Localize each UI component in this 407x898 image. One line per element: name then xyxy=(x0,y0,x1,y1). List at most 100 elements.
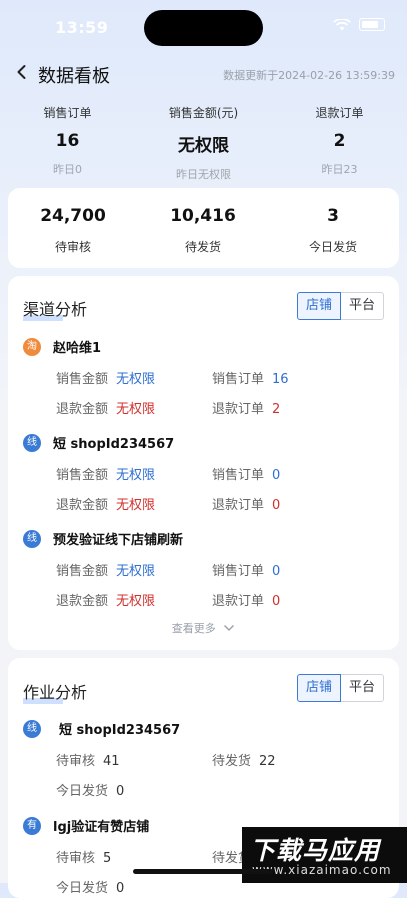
back-arrow-icon[interactable] xyxy=(12,62,32,82)
taobao-badge-icon: 淘 xyxy=(23,337,41,356)
today-shipped-row: 今日发货 0 xyxy=(56,780,124,799)
sales-amount-value: 无权限 xyxy=(116,564,156,579)
top-stats: 销售订单 16 昨日0 销售金额(元) 无权限 昨日无权限 退款订单 2 昨日2… xyxy=(0,104,407,184)
refund-amount-row: 退款金额 无权限 xyxy=(56,590,155,609)
sales-orders-value: 16 xyxy=(272,372,289,387)
today-shipped-label: 今日发货 xyxy=(56,784,109,799)
toggle-platform[interactable]: 平台 xyxy=(341,674,384,702)
today-shipped-value: 0 xyxy=(116,881,125,896)
shop-header: 淘 赵哈维1 xyxy=(23,337,393,356)
stat-yesterday: 昨日无权限 xyxy=(176,168,231,181)
stat-sales-orders[interactable]: 销售订单 16 昨日0 xyxy=(0,104,135,177)
refund-orders-label: 退款订单 xyxy=(212,594,265,609)
channel-toggle: 店铺 平台 xyxy=(297,292,384,320)
pending-review-value: 5 xyxy=(103,851,112,866)
status-bar: 13:59 xyxy=(0,0,407,52)
refund-orders-row: 退款订单 2 xyxy=(212,398,280,417)
refund-orders-value: 0 xyxy=(272,498,281,513)
refund-orders-row: 退款订单 0 xyxy=(212,590,280,609)
pending-review-label: 待审核 xyxy=(56,754,96,769)
see-more-link[interactable]: 查看更多 xyxy=(8,620,399,636)
today-shipped-row: 今日发货 0 xyxy=(56,877,124,896)
stat-value: 2 xyxy=(333,131,346,151)
channel-shop-item[interactable]: 线 预发验证线下店铺刷新 销售金额 无权限 销售订单 0 退款金额 无权限 退款订单 0 xyxy=(23,529,393,613)
shop-name: 赵哈维1 xyxy=(53,341,102,356)
summary-today-shipped[interactable]: 3 今日发货 xyxy=(268,206,398,255)
summary-label: 今日发货 xyxy=(308,240,357,254)
job-shop-item[interactable]: 线 短 shopId234567 待审核 41 待发货 22 今日发货 0 xyxy=(23,719,393,799)
today-shipped-label: 今日发货 xyxy=(56,881,109,896)
shop-name: 短 shopId234567 xyxy=(59,723,181,738)
sales-orders-row: 销售订单 16 xyxy=(212,368,289,387)
watermark-title: 下载马应用 xyxy=(250,836,381,865)
refund-amount-label: 退款金额 xyxy=(56,498,109,513)
refund-amount-label: 退款金额 xyxy=(56,402,109,417)
channel-analysis-card: 渠道分析 店铺 平台 淘 赵哈维1 销售金额 无权限 销售订单 16 退款金额 无权限… xyxy=(8,276,399,650)
toggle-store[interactable]: 店铺 xyxy=(297,292,341,320)
toggle-store[interactable]: 店铺 xyxy=(297,674,341,702)
shop-header: 线 短 shopId234567 xyxy=(23,433,393,452)
sales-orders-row: 销售订单 0 xyxy=(212,560,280,579)
channel-section-title: 渠道分析 xyxy=(23,296,88,321)
summary-pending-review[interactable]: 24,700 待审核 xyxy=(8,206,138,255)
dynamic-island xyxy=(144,10,263,46)
refund-amount-value: 无权限 xyxy=(116,594,156,609)
shop-header: 线 预发验证线下店铺刷新 xyxy=(23,529,393,548)
refund-amount-value: 无权限 xyxy=(116,402,156,417)
stat-yesterday: 昨日23 xyxy=(321,163,358,176)
sales-amount-value: 无权限 xyxy=(116,372,156,387)
status-time: 13:59 xyxy=(55,18,109,37)
stat-label: 销售金额(元) xyxy=(168,106,239,120)
refund-orders-value: 0 xyxy=(272,594,281,609)
job-section-title: 作业分析 xyxy=(23,679,88,704)
refund-orders-label: 退款订单 xyxy=(212,498,265,513)
summary-value: 3 xyxy=(327,206,339,226)
offline-badge-icon: 线 xyxy=(23,719,41,738)
refund-amount-row: 退款金额 无权限 xyxy=(56,398,155,417)
stat-value: 16 xyxy=(55,131,80,151)
sales-amount-row: 销售金额 无权限 xyxy=(56,368,155,387)
youzan-badge-icon: 有 xyxy=(23,816,41,835)
job-title-text: 作业分析 xyxy=(23,683,88,702)
refund-amount-row: 退款金额 无权限 xyxy=(56,494,155,513)
stat-value: 无权限 xyxy=(178,136,229,156)
chevron-down-icon xyxy=(224,625,235,631)
pending-review-row: 待审核 5 xyxy=(56,847,111,866)
sales-amount-label: 销售金额 xyxy=(56,564,109,579)
channel-shop-item[interactable]: 淘 赵哈维1 销售金额 无权限 销售订单 16 退款金额 无权限 退款订单 2 xyxy=(23,337,393,421)
status-icons xyxy=(333,18,385,31)
sales-orders-label: 销售订单 xyxy=(212,468,265,483)
toggle-platform[interactable]: 平台 xyxy=(341,292,384,320)
channel-title-text: 渠道分析 xyxy=(23,300,88,319)
shop-header: 线 短 shopId234567 xyxy=(23,719,393,738)
refund-amount-label: 退款金额 xyxy=(56,594,109,609)
stat-refund-orders[interactable]: 退款订单 2 昨日23 xyxy=(272,104,407,177)
sales-amount-label: 销售金额 xyxy=(56,468,109,483)
summary-value: 24,700 xyxy=(40,206,106,226)
pending-review-value: 41 xyxy=(103,754,120,769)
see-more-text: 查看更多 xyxy=(171,622,216,635)
stat-label: 退款订单 xyxy=(315,106,364,120)
sales-orders-row: 销售订单 0 xyxy=(212,464,280,483)
channel-shop-item[interactable]: 线 短 shopId234567 销售金额 无权限 销售订单 0 退款金额 无权限 退… xyxy=(23,433,393,517)
watermark-logo: 下载马应用 www.xiazaimao.com xyxy=(242,827,407,883)
job-toggle: 店铺 平台 xyxy=(297,674,384,702)
pending-review-row: 待审核 41 xyxy=(56,750,120,769)
refund-amount-value: 无权限 xyxy=(116,498,156,513)
home-indicator[interactable] xyxy=(133,869,273,874)
page-title: 数据看板 xyxy=(38,66,110,87)
sales-orders-label: 销售订单 xyxy=(212,372,265,387)
pending-ship-value: 22 xyxy=(259,754,276,769)
refund-orders-value: 2 xyxy=(272,402,281,417)
sales-orders-value: 0 xyxy=(272,564,281,579)
sales-orders-value: 0 xyxy=(272,468,281,483)
shop-name: 预发验证线下店铺刷新 xyxy=(53,533,184,548)
stat-yesterday: 昨日0 xyxy=(53,163,82,176)
stat-sales-amount[interactable]: 销售金额(元) 无权限 昨日无权限 xyxy=(136,104,271,182)
sales-amount-row: 销售金额 无权限 xyxy=(56,560,155,579)
summary-value: 10,416 xyxy=(170,206,236,226)
wifi-icon xyxy=(333,18,351,30)
summary-pending-ship[interactable]: 10,416 待发货 xyxy=(138,206,268,255)
sales-amount-row: 销售金额 无权限 xyxy=(56,464,155,483)
pending-review-label: 待审核 xyxy=(56,851,96,866)
